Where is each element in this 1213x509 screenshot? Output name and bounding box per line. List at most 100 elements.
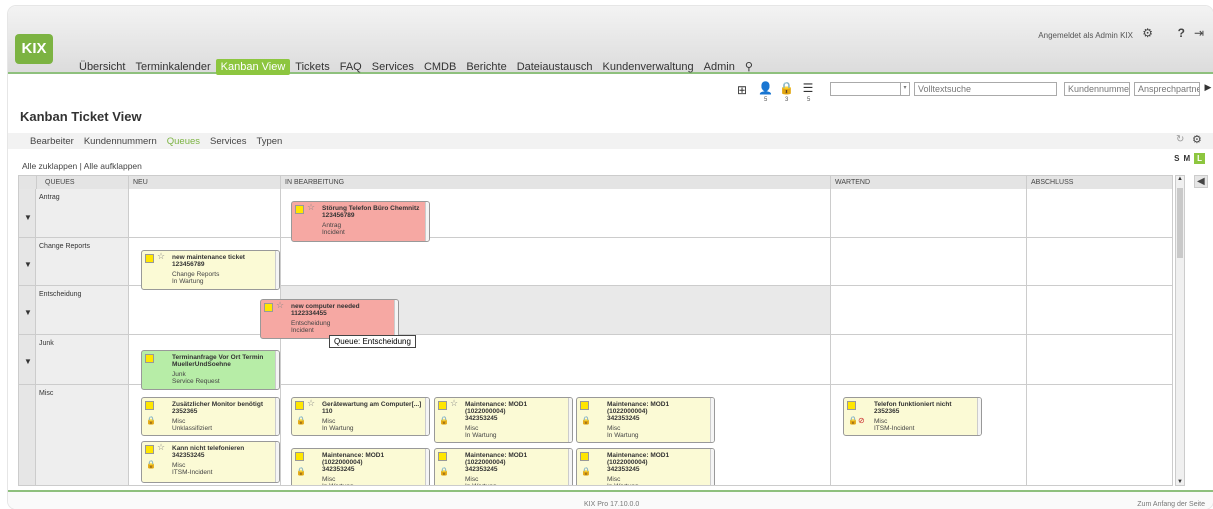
priority-square [438,401,447,410]
card-state: In Wartung [465,483,568,485]
kanban-board: QUEUES NEU IN BEARBEITUNG WARTEND ABSCHL… [18,175,1173,486]
nav-tickets[interactable]: Tickets [290,59,334,75]
scroll-thumb[interactable] [1177,188,1183,258]
lock-icon[interactable]: 🔒 [779,81,794,95]
board-scrollbar[interactable]: ▲ ▼ [1175,175,1185,486]
card-title: Maintenance: MOD1 (1022000004) [322,452,385,466]
col-wartend [831,189,1027,237]
ticket-card[interactable]: 🔒 ⊘ Telefon funktioniert nicht 2352365 Mi… [843,397,982,436]
priority-square [264,303,273,312]
star-icon[interactable]: ☆ [157,443,165,452]
add-ticket-icon[interactable]: ⊞ [735,83,749,97]
ticket-card[interactable]: ☆ Störung Telefon Büro Chemnitz 12345678… [291,201,430,242]
card-title: Gerätewartung am Computer[...] [322,401,422,408]
col-wartend [831,286,1027,334]
queue-cell [36,385,129,485]
star-icon[interactable]: ☆ [307,203,315,212]
subtabs: Bearbeiter Kundennummern Queues Services… [25,136,287,147]
tab-queues[interactable]: Queues [162,136,205,147]
card-number: 2352365 [874,408,900,415]
card-edge [425,449,429,485]
star-icon[interactable]: ☆ [450,399,458,408]
tab-bearbeiter[interactable]: Bearbeiter [25,136,79,147]
col-abschluss [1027,286,1172,334]
card-number: 123456789 [172,261,205,268]
ticket-card[interactable]: 🔒 Maintenance: MOD1 (1022000004) 3423532… [434,448,573,485]
card-queue: Misc [322,476,336,483]
chevron-down-icon: ▾ [900,83,909,95]
user-icon[interactable]: 👤 [758,81,773,95]
nav-kanban-view[interactable]: Kanban View [215,59,291,75]
contact-input[interactable]: Ansprechpartner [1134,82,1200,96]
size-m[interactable]: M [1183,154,1190,163]
priority-square [295,205,304,214]
star-icon[interactable]: ☆ [157,252,165,261]
user-count: 5 [764,97,768,103]
star-icon[interactable]: ☆ [276,301,284,310]
ticket-card[interactable]: 🔒 Maintenance: MOD1 (1022000004) 3423532… [576,448,715,485]
card-queue: Antrag [322,222,342,229]
ticket-card[interactable]: 🔒 Maintenance: MOD1 (1022000004) 3423532… [291,448,430,485]
size-l[interactable]: L [1194,153,1205,164]
ticket-card[interactable]: Terminanfrage Vor Ort Termin MuellerUndS… [141,350,280,390]
ticket-card[interactable]: ☆ 🔒 Maintenance: MOD1 (1022000004) 342353… [434,397,573,443]
card-edge [275,351,279,389]
star-icon[interactable]: ☆ [307,399,315,408]
nav-terminkalender[interactable]: Terminkalender [130,59,215,75]
nav-uebersicht[interactable]: Übersicht [74,59,130,75]
ticket-card[interactable]: 🔒 Zusätzlicher Monitor benötigt 2352365 … [141,397,280,436]
gear-icon[interactable]: ⚙ [1142,26,1153,40]
chevron-down-icon[interactable]: ▼ [24,308,32,317]
page-title: Kanban Ticket View [20,109,142,124]
col-in-bearbeitung [281,238,831,285]
nav-faq[interactable]: FAQ [335,59,367,75]
nav-services[interactable]: Services [367,59,419,75]
card-state: ITSM-Incident [874,425,915,432]
chevron-down-icon[interactable]: ▼ [24,260,32,269]
priority-square [580,401,589,410]
collapse-expand-links[interactable]: Alle zuklappen | Alle aufklappen [22,161,142,171]
card-queue: Misc [172,418,186,425]
ticket-card[interactable]: ☆ new maintenance ticket 123456789 Chang… [141,250,280,290]
nav-kundenverwaltung[interactable]: Kundenverwaltung [598,59,699,75]
nav-berichte[interactable]: Berichte [461,59,511,75]
nav-cmdb[interactable]: CMDB [419,59,461,75]
search-icon[interactable]: ⚲ [740,59,758,75]
fulltext-search-input[interactable]: Volltextsuche [914,82,1057,96]
ticket-card[interactable]: ☆ new computer needed 1122334455 Entsche… [260,299,399,339]
back-to-top-link[interactable]: Zum Anfang der Seite [1137,501,1205,508]
lock-icon: 🔒 [146,460,156,469]
chevron-down-icon[interactable]: ▼ [24,213,32,222]
nav-admin[interactable]: Admin [699,59,740,75]
card-title: Maintenance: MOD1 (1022000004) [465,452,528,466]
panel-toggle-icon[interactable]: ◀ [1194,175,1208,188]
queue-row-antrag: ▼ Antrag [19,189,1172,238]
list-icon[interactable]: ☰ [801,81,815,95]
size-s[interactable]: S [1174,154,1179,163]
filter-select[interactable]: ▾ [830,82,910,96]
tab-kundennummern[interactable]: Kundennummern [79,136,162,147]
tab-services[interactable]: Services [205,136,251,147]
card-title: Zusätzlicher Monitor benötigt [172,401,263,408]
play-icon[interactable]: ▶ [1201,82,1213,96]
scroll-down-icon[interactable]: ▼ [1177,479,1183,485]
tab-typen[interactable]: Typen [251,136,287,147]
settings-gear-icon[interactable]: ⚙ [1192,133,1202,146]
ticket-card[interactable]: ☆ 🔒 Gerätewartung am Computer[...] 110 Mi… [291,397,430,436]
lock-icon: 🔒 [439,416,449,425]
card-edge [394,300,398,338]
chevron-down-icon[interactable]: ▼ [24,357,32,366]
ticket-card[interactable]: 🔒 Maintenance: MOD1 (1022000004) 3423532… [576,397,715,443]
main-nav: Übersicht Terminkalender Kanban View Tic… [74,59,758,75]
customer-number-input[interactable]: Kundennummer [1064,82,1130,96]
card-queue: Misc [465,425,479,432]
card-queue: Misc [607,425,621,432]
scroll-up-icon[interactable]: ▲ [1177,176,1183,182]
nav-dateiaustausch[interactable]: Dateiaustausch [512,59,598,75]
ticket-card[interactable]: ☆ 🔒 Kann nicht telefonieren 342353245 Mis… [141,441,280,483]
refresh-icon[interactable]: ↻ [1176,134,1184,145]
lock-count: 3 [785,97,789,103]
help-icon[interactable]: ? [1178,26,1185,40]
logout-icon[interactable]: ⇥ [1194,26,1204,40]
card-edge [568,449,572,485]
